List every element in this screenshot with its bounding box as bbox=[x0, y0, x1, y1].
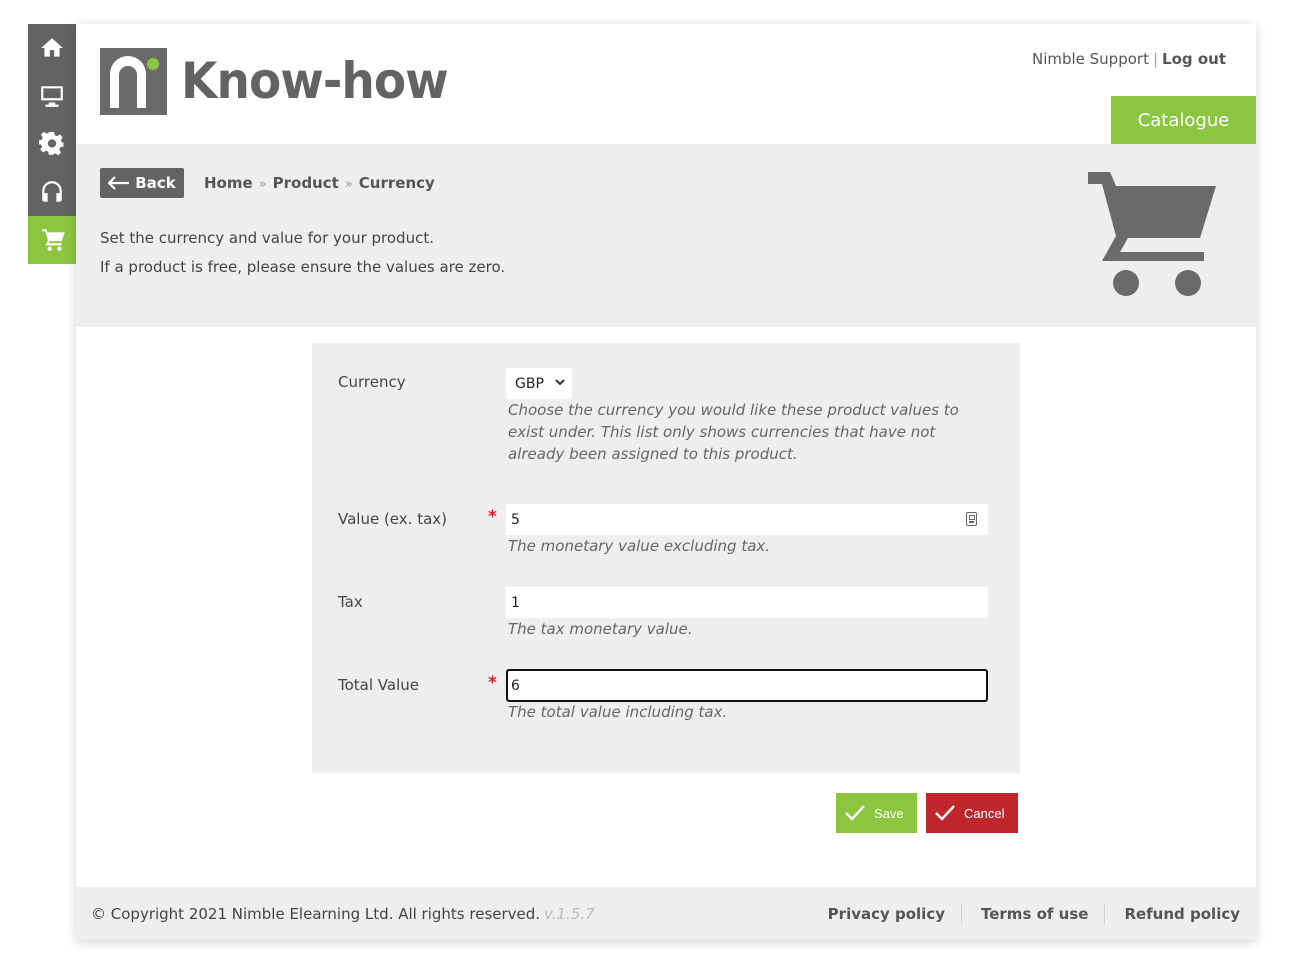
footer-links: Privacy policy Terms of use Refund polic… bbox=[828, 904, 1240, 925]
logo-mark-icon bbox=[100, 48, 167, 115]
headset-icon bbox=[42, 181, 62, 202]
breadcrumb-product[interactable]: Product bbox=[273, 174, 339, 192]
copyright-text: © Copyright 2021 Nimble Elearning Ltd. A… bbox=[91, 905, 595, 923]
chevron-down-icon bbox=[555, 379, 565, 386]
total-value-label: Total Value bbox=[338, 676, 419, 694]
page-header: Know-how Nimble Support | Log out Catalogu… bbox=[76, 24, 1256, 148]
total-value-input[interactable]: 6 bbox=[506, 669, 988, 702]
nav-catalogue[interactable] bbox=[28, 216, 79, 264]
cancel-button-label: Cancel bbox=[964, 805, 1005, 821]
back-button-label: Back bbox=[135, 174, 176, 192]
monitor-icon bbox=[41, 86, 63, 107]
value-ex-tax-input[interactable]: 5 bbox=[506, 504, 988, 535]
currency-label: Currency bbox=[338, 373, 406, 391]
save-button[interactable]: Save bbox=[836, 793, 917, 833]
page-footer: © Copyright 2021 Nimble Elearning Ltd. A… bbox=[76, 887, 1256, 940]
terms-of-use-link[interactable]: Terms of use bbox=[981, 905, 1088, 925]
copyright-line: © Copyright 2021 Nimble Elearning Ltd. A… bbox=[91, 905, 541, 923]
cancel-button[interactable]: Cancel bbox=[926, 793, 1018, 833]
privacy-policy-link[interactable]: Privacy policy bbox=[828, 905, 945, 925]
breadcrumb-separator: » bbox=[344, 177, 353, 192]
top-links: Nimble Support | Log out bbox=[1032, 50, 1226, 68]
tax-label: Tax bbox=[338, 593, 363, 611]
checkmark-icon bbox=[845, 805, 865, 821]
support-link[interactable]: Nimble Support bbox=[1032, 50, 1149, 68]
currency-help: Choose the currency you would like these… bbox=[508, 401, 959, 463]
currency-form: Currency GBP Choose the currency you wou… bbox=[312, 343, 1020, 773]
checkmark-icon bbox=[935, 805, 955, 821]
footer-divider bbox=[1104, 904, 1106, 924]
required-marker: * bbox=[488, 507, 497, 527]
side-nav-rail bbox=[28, 24, 79, 264]
top-links-separator: | bbox=[1152, 50, 1159, 68]
nav-support[interactable] bbox=[28, 168, 76, 216]
cart-icon bbox=[41, 229, 65, 251]
refund-policy-link[interactable]: Refund policy bbox=[1124, 905, 1240, 925]
intro-line-1: Set the currency and value for your prod… bbox=[100, 229, 434, 247]
tax-help: The tax monetary value. bbox=[508, 620, 693, 638]
page-intro-band: Back Home » Product » Currency Set the curre… bbox=[76, 144, 1256, 327]
nav-home[interactable] bbox=[28, 24, 76, 72]
back-button[interactable]: Back bbox=[100, 168, 184, 198]
nav-monitor[interactable] bbox=[28, 72, 76, 120]
catalogue-tab[interactable]: Catalogue bbox=[1111, 96, 1256, 148]
version-label: v.1.5.7 bbox=[544, 905, 595, 923]
breadcrumb-separator: » bbox=[258, 177, 267, 192]
tax-input[interactable]: 1 bbox=[506, 587, 988, 618]
breadcrumb-home[interactable]: Home bbox=[204, 174, 253, 192]
currency-select-value: GBP bbox=[515, 375, 544, 392]
brand-logo[interactable]: Know-how bbox=[100, 48, 465, 115]
value-ex-tax-value: 5 bbox=[511, 511, 520, 528]
calculator-icon[interactable] bbox=[966, 512, 977, 526]
value-ex-tax-label: Value (ex. tax) bbox=[338, 510, 447, 528]
breadcrumb-currency: Currency bbox=[358, 174, 435, 192]
tax-value: 1 bbox=[511, 594, 520, 611]
gear-icon bbox=[39, 131, 64, 156]
nav-settings[interactable] bbox=[28, 120, 76, 168]
required-marker: * bbox=[488, 673, 497, 693]
total-value-help: The total value including tax. bbox=[508, 703, 728, 721]
logout-link[interactable]: Log out bbox=[1162, 50, 1226, 68]
footer-divider bbox=[961, 904, 962, 924]
save-button-label: Save bbox=[874, 805, 904, 821]
value-ex-tax-help: The monetary value excluding tax. bbox=[508, 537, 771, 555]
breadcrumb: Home » Product » Currency bbox=[204, 174, 435, 192]
intro-line-2: If a product is free, please ensure the … bbox=[100, 258, 506, 276]
logo-text: Know-how bbox=[181, 52, 449, 110]
currency-select[interactable]: GBP bbox=[506, 368, 572, 399]
total-value-value: 6 bbox=[511, 677, 520, 694]
arrow-left-icon bbox=[108, 176, 130, 190]
intro-text: Set the currency and value for your prod… bbox=[100, 224, 505, 282]
shopping-cart-icon bbox=[1088, 172, 1216, 296]
home-icon bbox=[41, 38, 63, 57]
main-card: Know-how Nimble Support | Log out Catalogu… bbox=[76, 24, 1256, 940]
